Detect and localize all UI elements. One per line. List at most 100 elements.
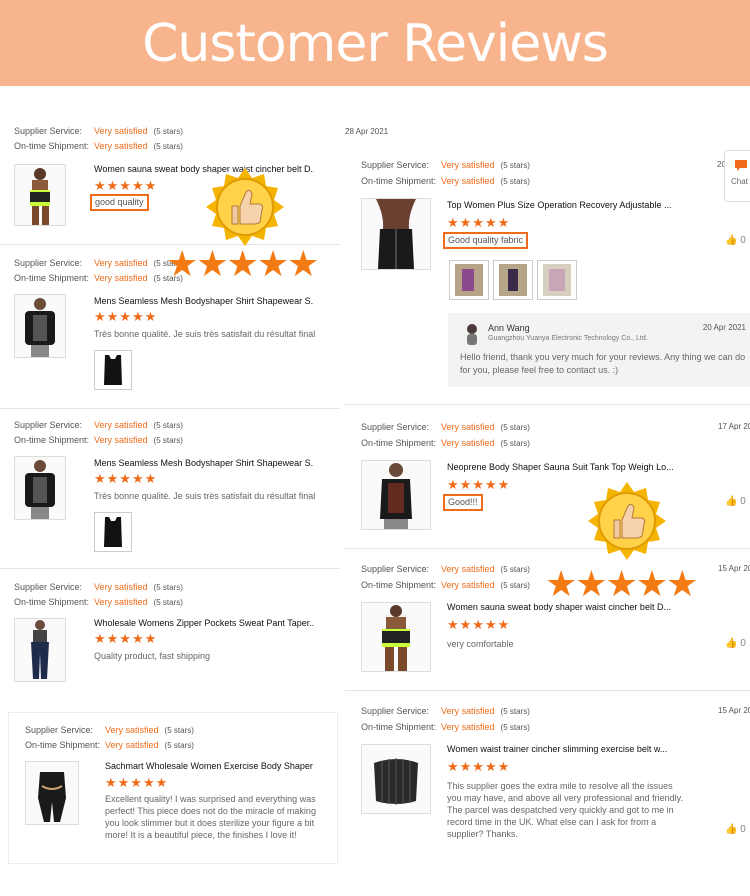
like-button[interactable]: 👍 0 <box>725 235 746 246</box>
avatar <box>464 323 480 345</box>
supplier-service-row: Supplier Service: Very satisfied (5 stars) <box>25 725 194 735</box>
chat-button[interactable]: Chat <box>724 150 750 202</box>
reply-date: 20 Apr 2021 <box>702 323 746 332</box>
product-image[interactable] <box>25 761 79 825</box>
thumbs-up-icon: 👍 <box>725 824 738 835</box>
rating-stars-text: (5 stars) <box>153 436 183 445</box>
product-title[interactable]: Top Women Plus Size Operation Recovery A… <box>447 200 677 210</box>
product-image[interactable] <box>14 164 66 226</box>
ontime-shipment-row: On-time Shipment: Very satisfied (5 stars) <box>14 597 183 607</box>
supplier-service-row: Supplier Service: Very satisfied (5 stars) <box>361 160 530 170</box>
review-photo[interactable] <box>94 512 132 552</box>
review-card: Supplier Service: Very satisfied (5 stars)… <box>345 408 750 549</box>
label: On-time Shipment: <box>361 580 437 590</box>
rating-stars-text: (5 stars) <box>500 423 530 432</box>
supplier-service-row: Supplier Service: Very satisfied (5 stars) <box>361 564 530 574</box>
like-count: 0 <box>740 235 746 246</box>
like-count: 0 <box>740 496 746 507</box>
ontime-shipment-row: On-time Shipment: Very satisfied (5 stars) <box>361 580 530 590</box>
rating-value: Very satisfied <box>94 141 148 151</box>
thumbs-up-icon: 👍 <box>725 638 738 649</box>
review-photo[interactable] <box>493 260 533 300</box>
review-date: 28 Apr 2021 <box>345 127 389 136</box>
rating-stars-text: (5 stars) <box>500 565 530 574</box>
like-button[interactable]: 👍 0 <box>725 824 746 835</box>
review-photo[interactable] <box>449 260 489 300</box>
like-button[interactable]: 👍 0 <box>725 496 746 507</box>
thumbs-up-badge <box>588 482 666 560</box>
review-card: Supplier Service: Very satisfied (5 stars)… <box>345 694 750 854</box>
review-photo[interactable] <box>94 350 132 390</box>
product-image[interactable] <box>361 602 431 672</box>
thumbs-up-icon: 👍 <box>725 496 738 507</box>
review-comment: Très bonne qualité. Je suis très satisfa… <box>94 329 316 339</box>
rating-value: Very satisfied <box>441 564 495 574</box>
rating-stars-text: (5 stars) <box>500 723 530 732</box>
rating-stars-text: (5 stars) <box>500 581 530 590</box>
supplier-service-row: Supplier Service: Very satisfied (5 stars) <box>361 422 530 432</box>
rating-value: Very satisfied <box>94 435 148 445</box>
label: Supplier Service: <box>14 420 83 430</box>
page-title: Customer Reviews <box>142 14 609 74</box>
reply-company: Guangzhou Yuanya Electronic Technology C… <box>488 335 648 342</box>
rating-stars-text: (5 stars) <box>153 583 183 592</box>
big-star-rating: ★★★★★ <box>545 563 698 604</box>
supplier-service-row: Supplier Service: Very satisfied (5 stars) <box>14 126 183 136</box>
rating-value: Very satisfied <box>94 126 148 136</box>
label: On-time Shipment: <box>14 597 90 607</box>
review-card: Supplier Service: Very satisfied (5 stars)… <box>8 712 338 864</box>
review-comment: Quality product, fast shipping <box>94 651 211 661</box>
product-image[interactable] <box>361 198 431 270</box>
review-comment: very comfortable <box>447 639 514 649</box>
banner: Customer Reviews <box>0 0 750 86</box>
thumbs-up-icon: 👍 <box>725 235 738 246</box>
label: Supplier Service: <box>14 126 83 136</box>
review-card: Supplier Service: Very satisfied (5 stars)… <box>0 110 340 245</box>
ontime-shipment-row: On-time Shipment: Very satisfied (5 stars) <box>361 176 530 186</box>
star-rating: ★★★★★ <box>447 617 511 632</box>
star-rating: ★★★★★ <box>447 215 511 230</box>
star-rating: ★★★★★ <box>94 309 158 324</box>
review-comment: good quality <box>90 194 149 211</box>
reply-message: Hello friend, thank you very much for yo… <box>460 352 746 375</box>
product-image[interactable] <box>14 456 66 520</box>
review-comment: Good!!! <box>443 494 483 511</box>
chat-icon <box>735 160 747 171</box>
rating-value: Very satisfied <box>441 160 495 170</box>
product-title[interactable]: Neoprene Body Shaper Sauna Suit Tank Top… <box>447 462 677 472</box>
label: Supplier Service: <box>14 258 83 268</box>
product-title[interactable]: Mens Seamless Mesh Bodyshaper Shirt Shap… <box>94 458 314 468</box>
product-image[interactable] <box>361 744 431 814</box>
product-title[interactable]: Women waist trainer cincher slimming exe… <box>447 744 677 754</box>
rating-value: Very satisfied <box>94 597 148 607</box>
rating-value: Very satisfied <box>441 422 495 432</box>
rating-stars-text: (5 stars) <box>153 142 183 151</box>
rating-stars-text: (5 stars) <box>500 177 530 186</box>
product-image[interactable] <box>361 460 431 530</box>
label: On-time Shipment: <box>25 740 101 750</box>
product-image[interactable] <box>14 618 66 682</box>
review-card: Supplier Service: Very satisfied (5 stars)… <box>0 572 340 696</box>
rating-stars-text: (5 stars) <box>164 726 194 735</box>
rating-stars-text: (5 stars) <box>164 741 194 750</box>
seller-reply: Ann Wang Guangzhou Yuanya Electronic Tec… <box>448 313 750 387</box>
review-photo[interactable] <box>537 260 577 300</box>
label: On-time Shipment: <box>361 722 437 732</box>
product-title[interactable]: Wholesale Womens Zipper Pockets Sweat Pa… <box>94 618 314 628</box>
label: On-time Shipment: <box>361 176 437 186</box>
like-button[interactable]: 👍 0 <box>725 638 746 649</box>
review-comment: Excellent quality! I was surprised and e… <box>105 794 316 840</box>
product-title[interactable]: Mens Seamless Mesh Bodyshaper Shirt Shap… <box>94 296 314 306</box>
ontime-shipment-row: On-time Shipment: Very satisfied (5 stars) <box>14 435 183 445</box>
product-image[interactable] <box>14 294 66 358</box>
rating-value: Very satisfied <box>94 420 148 430</box>
rating-value: Very satisfied <box>94 258 148 268</box>
label: On-time Shipment: <box>361 438 437 448</box>
review-comment: This supplier goes the extra mile to res… <box>447 781 683 839</box>
label: On-time Shipment: <box>14 273 90 283</box>
star-rating: ★★★★★ <box>94 471 158 486</box>
label: Supplier Service: <box>361 706 430 716</box>
star-rating: ★★★★★ <box>105 775 169 790</box>
product-title[interactable]: Sachmart Wholesale Women Exercise Body S… <box>105 761 315 771</box>
reply-author: Ann Wang <box>488 323 530 333</box>
